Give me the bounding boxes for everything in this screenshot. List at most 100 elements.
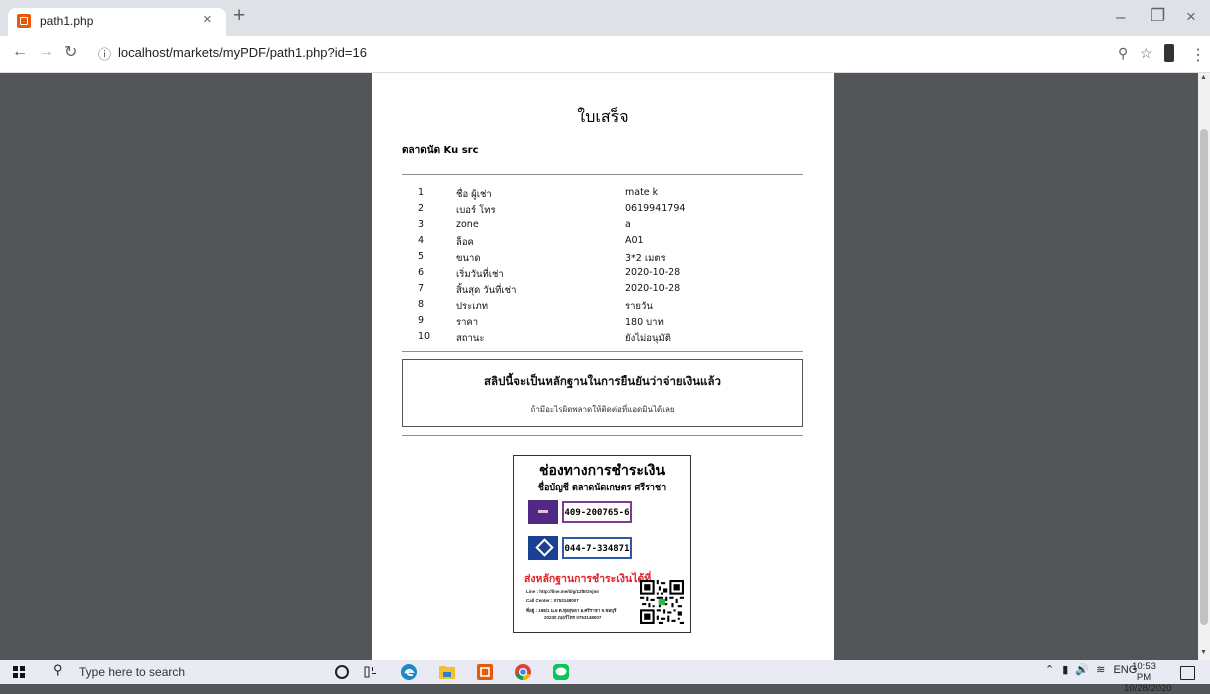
payment-notice-box: สลิปนี้จะเป็นหลักฐานในการยืนยันว่าจ่ายเง… bbox=[402, 359, 803, 427]
restore-window-icon[interactable]: ❐ bbox=[1150, 6, 1165, 26]
search-placeholder[interactable]: Type here to search bbox=[79, 665, 185, 679]
forward-icon[interactable]: → bbox=[38, 43, 54, 61]
divider bbox=[402, 351, 803, 352]
clock-time: 10:53 PM bbox=[1132, 661, 1156, 683]
pdf-page: ใบเสร็จ ตลาดนัด Ku src 1 ชื่อ ผู้เช่า ma… bbox=[372, 73, 834, 660]
table-row: 8 ประเภท รายวัน bbox=[402, 299, 803, 315]
cortana-icon[interactable] bbox=[333, 663, 351, 681]
battery-icon[interactable]: ▮ bbox=[1062, 664, 1068, 676]
scroll-up-icon[interactable]: ▲ bbox=[1200, 74, 1207, 81]
vertical-scrollbar[interactable]: ▲ ▼ bbox=[1198, 73, 1210, 660]
bookmark-star-icon[interactable]: ☆ bbox=[1140, 45, 1153, 62]
row-value: 2020-10-28 bbox=[625, 267, 681, 278]
new-tab-button[interactable]: + bbox=[233, 4, 245, 28]
close-window-icon[interactable]: × bbox=[1186, 7, 1196, 27]
row-value: 3*2 เมตร bbox=[625, 253, 666, 264]
address-line: 20230 เบอร์โทร 0753148007 bbox=[544, 615, 602, 620]
table-row: 7 สิ้นสุด วันที่เช่า 2020-10-28 bbox=[402, 283, 803, 299]
line-app-icon[interactable] bbox=[552, 663, 570, 681]
scroll-down-icon[interactable]: ▼ bbox=[1200, 649, 1207, 656]
call-center: Call Center : 0753148007 bbox=[526, 598, 579, 603]
row-value: รายวัน bbox=[625, 301, 653, 312]
row-value: 2020-10-28 bbox=[625, 283, 681, 294]
row-number: 6 bbox=[418, 267, 425, 278]
receipt-details-table: 1 ชื่อ ผู้เช่า mate k 2 เบอร์ โทร 061994… bbox=[402, 187, 803, 347]
row-label: สถานะ bbox=[456, 333, 485, 344]
browser-tab[interactable]: path1.php × bbox=[8, 8, 226, 36]
windows-taskbar: ⚲ Type here to search ⌃ ▮ 🔊 ≋ ENG 10:53 … bbox=[0, 660, 1210, 694]
divider bbox=[402, 435, 803, 436]
table-row: 3 zone a bbox=[402, 219, 803, 235]
show-hidden-icons-icon[interactable]: ⌃ bbox=[1045, 664, 1054, 676]
notice-subtext: ถ้ามีอะไรผิดพลาดให้ติดต่อที่แอดมินได้เลย bbox=[530, 405, 675, 414]
receipt-title: ใบเสร็จ bbox=[577, 107, 629, 126]
tab-title: path1.php bbox=[40, 14, 94, 28]
row-number: 8 bbox=[418, 299, 425, 310]
table-row: 6 เริ่มวันที่เช่า 2020-10-28 bbox=[402, 267, 803, 283]
row-value: A01 bbox=[625, 235, 644, 246]
row-value: ยังไม่อนุมัติ bbox=[625, 333, 671, 344]
row-value: 180 บาท bbox=[625, 317, 664, 328]
reload-icon[interactable]: ↻ bbox=[64, 42, 77, 62]
taskbar-clock[interactable]: 10:53 PM 10/28/2020 bbox=[1124, 661, 1172, 694]
qr-code-icon bbox=[640, 580, 684, 624]
payment-heading: ช่องทางการชำระเงิน bbox=[538, 463, 666, 479]
row-label: ประเภท bbox=[456, 301, 489, 312]
account-name: ชื่อบัญชี ตลาดนัดเกษตร ศรีราชา bbox=[537, 483, 667, 493]
row-label: เบอร์ โทร bbox=[456, 205, 496, 216]
row-number: 4 bbox=[418, 235, 425, 246]
menu-kebab-icon[interactable]: ⋮ bbox=[1190, 45, 1206, 65]
search-icon: ⚲ bbox=[53, 662, 63, 677]
row-number: 3 bbox=[418, 219, 425, 230]
divider bbox=[402, 174, 803, 175]
table-row: 2 เบอร์ โทร 0619941794 bbox=[402, 203, 803, 219]
table-row: 4 ล็อค A01 bbox=[402, 235, 803, 251]
tab-strip: path1.php × + – ❐ × bbox=[0, 0, 1210, 36]
table-row: 5 ขนาด 3*2 เมตร bbox=[402, 251, 803, 267]
row-label: ขนาด bbox=[456, 253, 481, 264]
back-icon[interactable]: ← bbox=[12, 43, 28, 61]
address-line: ที่อยู่ : 198/1 ม.6 ต.ทุ่งสุขลา อ.ศรีราช… bbox=[526, 608, 617, 613]
table-row: 1 ชื่อ ผู้เช่า mate k bbox=[402, 187, 803, 203]
volume-icon[interactable]: 🔊 bbox=[1075, 664, 1089, 676]
row-label: ราคา bbox=[456, 317, 479, 328]
edge-browser-icon[interactable] bbox=[400, 663, 418, 681]
site-info-icon[interactable]: ⓘ bbox=[98, 44, 111, 63]
row-number: 2 bbox=[418, 203, 425, 214]
file-explorer-icon[interactable] bbox=[438, 663, 456, 681]
row-number: 5 bbox=[418, 251, 425, 262]
scb-bank-logo-icon bbox=[528, 500, 558, 524]
action-center-icon[interactable] bbox=[1180, 666, 1195, 680]
market-name: ตลาดนัด Ku src bbox=[402, 145, 479, 156]
row-number: 10 bbox=[418, 331, 431, 342]
chrome-icon[interactable] bbox=[514, 663, 532, 681]
row-label: zone bbox=[456, 219, 479, 230]
tab-close-icon[interactable]: × bbox=[203, 11, 212, 28]
address-url[interactable]: localhost/markets/myPDF/path1.php?id=16 bbox=[118, 45, 367, 60]
task-view-icon[interactable] bbox=[362, 663, 380, 681]
send-proof-text: ส่งหลักฐานการชำระเงินได้ที่ bbox=[524, 573, 652, 585]
row-label: เริ่มวันที่เช่า bbox=[456, 269, 504, 280]
windows-start-icon[interactable] bbox=[13, 666, 25, 678]
zoom-icon[interactable]: ⚲ bbox=[1118, 45, 1128, 62]
extension-icon[interactable] bbox=[1164, 44, 1174, 62]
xampp-icon[interactable] bbox=[476, 663, 494, 681]
table-row: 10 สถานะ ยังไม่อนุมัติ bbox=[402, 331, 803, 347]
pdf-viewer: ใบเสร็จ ตลาดนัด Ku src 1 ชื่อ ผู้เช่า ma… bbox=[0, 73, 1198, 660]
payment-channels-image: ช่องทางการชำระเงิน ชื่อบัญชี ตลาดนัดเกษต… bbox=[513, 455, 691, 633]
row-value: a bbox=[625, 219, 631, 230]
scb-account-number: 409-200765-6 bbox=[562, 501, 632, 523]
notice-heading: สลิปนี้จะเป็นหลักฐานในการยืนยันว่าจ่ายเง… bbox=[484, 374, 721, 388]
taskbar-search-box[interactable]: ⚲ Type here to search bbox=[43, 660, 316, 684]
address-bar[interactable]: ⓘ localhost/markets/myPDF/path1.php?id=1… bbox=[92, 41, 1082, 67]
clock-date: 10/28/2020 bbox=[1124, 683, 1172, 694]
row-label: ล็อค bbox=[456, 237, 474, 248]
scrollbar-thumb[interactable] bbox=[1200, 129, 1208, 625]
row-label: สิ้นสุด วันที่เช่า bbox=[456, 285, 517, 296]
wifi-icon[interactable]: ≋ bbox=[1096, 664, 1105, 676]
minimize-icon[interactable]: – bbox=[1116, 7, 1125, 27]
browser-toolbar: ← → ↻ ⓘ localhost/markets/myPDF/path1.ph… bbox=[0, 36, 1210, 73]
table-row: 9 ราคา 180 บาท bbox=[402, 315, 803, 331]
row-number: 9 bbox=[418, 315, 425, 326]
row-value: mate k bbox=[625, 187, 659, 198]
